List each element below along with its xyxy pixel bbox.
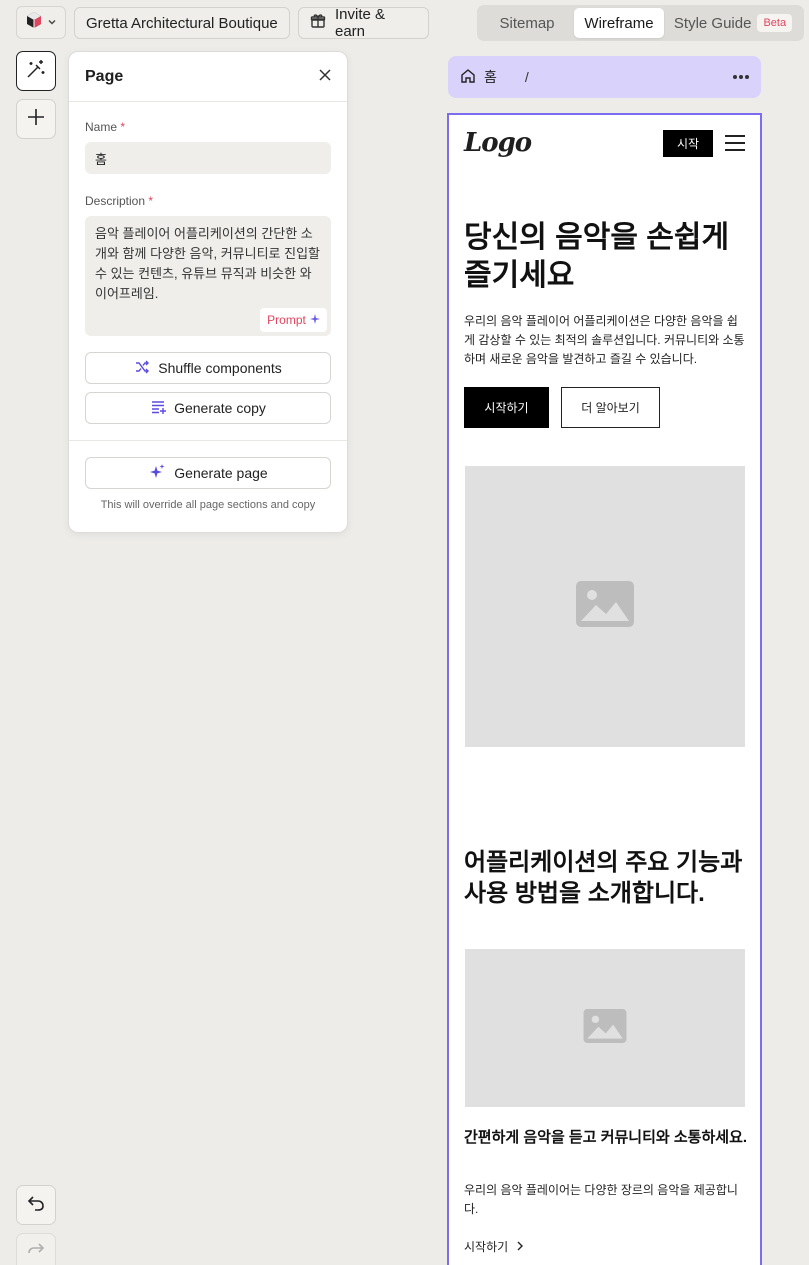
tab-style-guide-label: Style Guide	[673, 14, 752, 32]
undo-button[interactable]	[16, 1185, 56, 1225]
ai-wand-button[interactable]	[16, 51, 56, 91]
hero-primary-button[interactable]: 시작하기	[464, 387, 549, 428]
hero-body: 우리의 음악 플레이어 어플리케이션은 다양한 음악을 쉽게 감상할 수 있는 …	[464, 314, 745, 366]
magic-wand-icon	[25, 58, 47, 85]
panel-title: Page	[85, 67, 124, 85]
panel-header: Page	[69, 52, 347, 102]
page-name-input[interactable]: 홈	[85, 142, 331, 174]
prompt-label: Prompt	[267, 313, 306, 327]
close-icon[interactable]	[319, 68, 331, 86]
wireframe-navbar: Logo 시작	[464, 123, 745, 163]
gift-icon	[310, 13, 326, 33]
feature-link-label: 시작하기	[464, 1240, 509, 1254]
beta-badge: Beta	[757, 14, 793, 32]
tab-wireframe[interactable]: Wireframe	[574, 8, 664, 38]
features-section-title: 어플리케이션의 주요 기능과 사용 방법을 소개합니다.	[464, 849, 743, 907]
wireframe-logo: Logo	[464, 128, 532, 158]
generate-page-label: Generate page	[174, 465, 268, 481]
description-textarea[interactable]: 음악 플레이어 어플리케이션의 간단한 소개와 함께 다양한 음악, 커뮤니티로…	[85, 216, 331, 336]
tab-style-guide[interactable]: Style Guide Beta	[664, 8, 798, 38]
breadcrumb-page-name: 홈	[484, 69, 497, 85]
wireframe-nav-start-button[interactable]: 시작	[663, 129, 713, 157]
feature-image-placeholder	[465, 949, 745, 1107]
chevron-right-icon	[516, 1240, 524, 1254]
add-button[interactable]	[16, 99, 56, 139]
generate-copy-label: Generate copy	[174, 400, 266, 416]
shuffle-label: Shuffle components	[158, 360, 282, 376]
tab-sitemap[interactable]: Sitemap	[480, 8, 574, 38]
hero-image-placeholder	[465, 466, 745, 747]
invite-label: Invite & earn	[335, 6, 386, 40]
generate-page-button[interactable]: Generate page	[85, 457, 331, 489]
app-menu-button[interactable]	[16, 6, 66, 39]
prompt-button[interactable]: Prompt	[260, 308, 327, 332]
breadcrumb: 홈	[460, 67, 497, 87]
required-mark: *	[148, 194, 154, 208]
shuffle-icon	[134, 359, 150, 378]
hero-title: 당신의 음악을 손쉽게 즐기세요	[464, 221, 730, 292]
description-label: Description *	[85, 194, 331, 208]
image-placeholder-icon	[583, 1008, 627, 1048]
wireframe-frame[interactable]: Logo 시작 당신의 음악을 손쉽게 즐기세요 우리의 음악 플레이어 어플리…	[447, 113, 762, 1265]
sparkles-icon	[148, 463, 166, 484]
text-lines-icon	[150, 399, 167, 418]
hero-secondary-button[interactable]: 더 알아보기	[561, 387, 660, 428]
project-name: Gretta Architectural Boutique	[86, 14, 278, 32]
page-name-value: 홈	[95, 151, 107, 167]
undo-icon	[26, 1193, 46, 1218]
feature-body: 우리의 음악 플레이어는 다양한 장르의 음악을 제공합니다.	[464, 1183, 738, 1216]
invite-earn-button[interactable]: Invite & earn	[298, 6, 429, 40]
feature-title: 간편하게 음악을 듣고 커뮤니티와 소통하세요.	[464, 1129, 748, 1146]
override-hint: This will override all page sections and…	[100, 499, 316, 511]
breadcrumb-path: /	[524, 69, 529, 85]
image-placeholder-icon	[576, 581, 634, 632]
more-options-icon[interactable]	[733, 75, 749, 79]
hamburger-menu-icon[interactable]	[725, 135, 745, 151]
sparkle-icon	[309, 310, 320, 330]
shuffle-components-button[interactable]: Shuffle components	[85, 352, 331, 384]
feature-link[interactable]: 시작하기	[464, 1238, 524, 1255]
chevron-down-icon	[47, 14, 57, 32]
redo-icon	[26, 1240, 46, 1265]
redo-button[interactable]	[16, 1233, 56, 1265]
required-mark: *	[120, 120, 126, 134]
view-switcher: Sitemap Wireframe Style Guide Beta	[477, 5, 804, 41]
plus-icon	[26, 107, 46, 132]
page-breadcrumb-bar[interactable]: 홈 /	[448, 56, 761, 98]
name-label-text: Name	[85, 120, 118, 134]
description-value: 음악 플레이어 어플리케이션의 간단한 소개와 함께 다양한 음악, 커뮤니티로…	[95, 226, 320, 301]
cube-logo-icon	[25, 11, 43, 34]
description-label-text: Description	[85, 194, 146, 208]
project-name-button[interactable]: Gretta Architectural Boutique	[74, 7, 290, 39]
page-panel: Page Name * 홈 Description * 음악 플레이어 어플리케…	[68, 51, 348, 533]
name-label: Name *	[85, 120, 331, 134]
generate-copy-button[interactable]: Generate copy	[85, 392, 331, 424]
home-icon	[460, 68, 476, 87]
